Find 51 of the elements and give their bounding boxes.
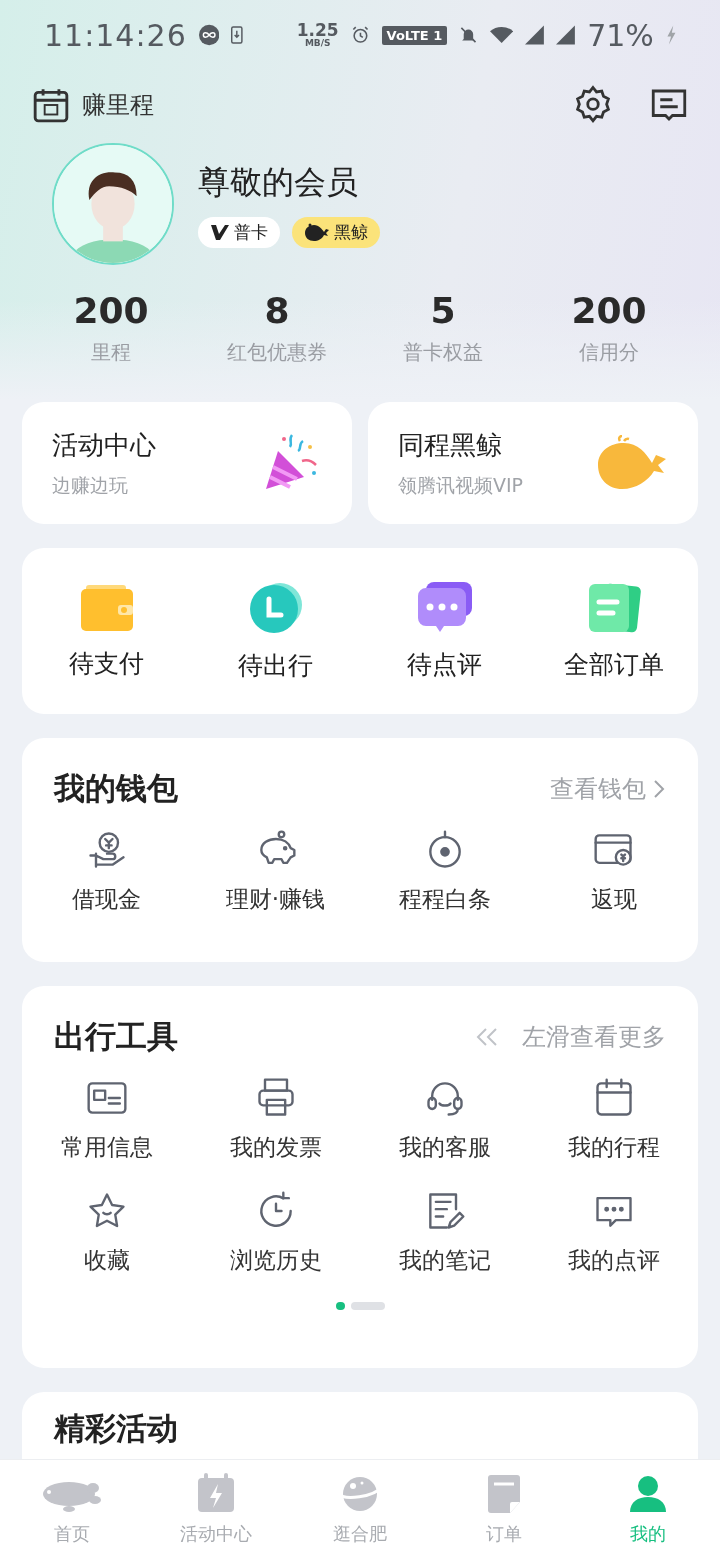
- network-speed: 1.25: [296, 22, 339, 39]
- stat-value[interactable]: 200: [73, 290, 149, 331]
- earn-mileage-link[interactable]: 赚里程: [82, 89, 154, 121]
- promo-card[interactable]: 活动中心 边赚边玩: [22, 402, 352, 524]
- promo-subtitle: 边赚边玩: [52, 472, 129, 498]
- battery-percent: 71%: [587, 17, 654, 53]
- tool-item[interactable]: 浏览历史: [229, 1245, 322, 1276]
- tool-item[interactable]: 我的客服: [398, 1132, 491, 1163]
- tool-item[interactable]: 常用信息: [60, 1132, 153, 1163]
- stat-value[interactable]: 5: [430, 290, 456, 331]
- wallet-icon: [79, 582, 134, 633]
- clock-icon: [247, 580, 304, 635]
- whale-icon: [304, 222, 330, 242]
- member-name: 尊敬的会员: [198, 161, 359, 203]
- order-shortcut[interactable]: 全部订单: [563, 647, 664, 681]
- tool-item[interactable]: 我的行程: [567, 1132, 660, 1163]
- wallet-item[interactable]: 借现金: [72, 884, 141, 915]
- download-icon: [231, 23, 243, 47]
- tool-item[interactable]: 收藏: [83, 1245, 130, 1276]
- order-shortcut[interactable]: 待支付: [69, 646, 144, 680]
- order-note-icon: [486, 1474, 522, 1514]
- document-icon: [586, 581, 641, 634]
- promo-title: 活动中心: [52, 428, 156, 462]
- promo-card[interactable]: 同程黑鲸 领腾讯视频VIP: [368, 402, 698, 524]
- promo-title: 同程黑鲸: [398, 428, 503, 462]
- wallet-item[interactable]: 程程白条: [398, 884, 491, 915]
- swipe-hint: 左滑查看更多: [522, 1022, 666, 1053]
- chat-bubble-icon: [417, 581, 472, 634]
- section-title: 精彩活动: [54, 1409, 178, 1448]
- person-icon: [628, 1474, 668, 1514]
- tool-item[interactable]: 我的笔记: [398, 1245, 491, 1276]
- tool-item[interactable]: 我的发票: [229, 1132, 322, 1163]
- stat-value[interactable]: 8: [264, 290, 290, 331]
- v-icon: [210, 223, 230, 241]
- order-shortcut[interactable]: 待出行: [238, 648, 313, 682]
- section-title: 出行工具: [54, 1017, 178, 1056]
- status-time: 11:14:26: [44, 17, 187, 53]
- calendar-icon[interactable]: [32, 86, 70, 124]
- promo-subtitle: 领腾讯视频VIP: [398, 472, 524, 498]
- speed-unit: MB/S: [304, 39, 331, 48]
- wallet-item[interactable]: 返现: [590, 884, 637, 915]
- lightning-calendar-icon: [196, 1472, 236, 1514]
- tool-item[interactable]: 我的点评: [567, 1245, 660, 1276]
- member-badge[interactable]: 普卡: [198, 216, 280, 248]
- stat-value[interactable]: 200: [571, 290, 647, 331]
- section-title: 我的钱包: [54, 769, 178, 808]
- chevron-right-icon: [652, 778, 666, 800]
- member-badge[interactable]: 黑鲸: [292, 216, 380, 248]
- order-shortcut[interactable]: 待点评: [407, 647, 482, 681]
- volte-indicator: VoLTE 1: [381, 25, 448, 45]
- wallet-item[interactable]: 理财·赚钱: [225, 884, 326, 915]
